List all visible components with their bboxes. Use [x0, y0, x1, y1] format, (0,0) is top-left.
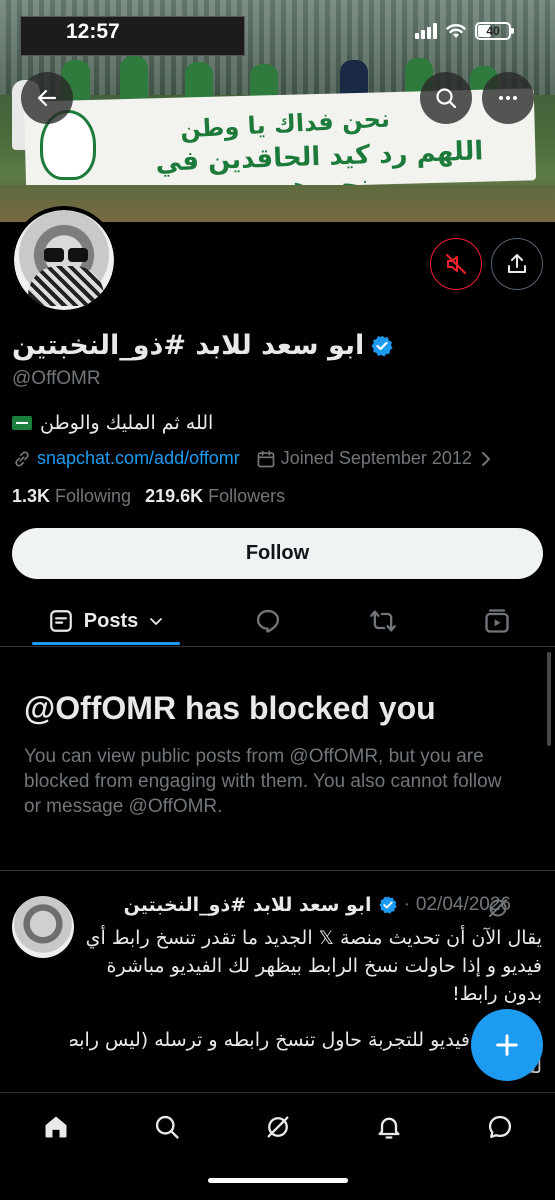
- following-count: 1.3K: [12, 486, 51, 506]
- avatar-glasses: [44, 248, 88, 262]
- nav-search[interactable]: [147, 1107, 187, 1147]
- status-time: 12:57: [66, 20, 120, 43]
- saudi-flag-icon: [12, 416, 32, 430]
- battery-icon: 40: [475, 22, 514, 40]
- search-button[interactable]: [420, 72, 472, 124]
- status-icons: 40: [415, 22, 514, 40]
- blocked-description: You can view public posts from @OffOMR, …: [24, 746, 502, 817]
- post-separator: ·: [403, 894, 410, 915]
- tab-reposts[interactable]: [363, 596, 403, 646]
- nav-messages[interactable]: [480, 1107, 520, 1147]
- blocked-title: @OffOMR has blocked you: [24, 690, 436, 726]
- profile-handle: @OffOMR: [12, 368, 101, 389]
- post-text: يقال الآن أن تحديث منصة 𝕏 الجديد ما تقدر…: [85, 927, 542, 1005]
- following-stat[interactable]: 1.3K Following: [12, 486, 131, 507]
- reply-bubble-icon: [256, 609, 280, 633]
- verified-badge-icon: [378, 896, 397, 914]
- grok-icon: [489, 899, 507, 917]
- battery-level: 40: [486, 24, 500, 38]
- post-header: ابو سعد للابد #ذو_النخبتين · 02/04/2026: [124, 894, 511, 916]
- chevron-down-icon: [150, 618, 163, 625]
- display-name-text: ابو سعد للابد #ذو_النخبتين: [12, 330, 365, 361]
- wifi-icon: [446, 24, 466, 38]
- section-divider: [0, 870, 555, 871]
- following-label: Following: [55, 486, 132, 506]
- tab-media[interactable]: [477, 596, 517, 646]
- arrow-left-icon: [37, 89, 57, 107]
- repost-icon: [370, 610, 396, 632]
- bell-icon: [378, 1117, 400, 1139]
- profile-bio: الله ثم المليك والوطن: [12, 412, 213, 434]
- nav-notifications[interactable]: [369, 1107, 409, 1147]
- share-button[interactable]: [491, 238, 543, 290]
- link-icon: [15, 450, 29, 467]
- follow-counts: 1.3K Following 219.6K Followers: [12, 486, 285, 507]
- cellular-signal-icon: [415, 23, 437, 39]
- profile-avatar[interactable]: [10, 206, 118, 314]
- post-author-name[interactable]: ابو سعد للابد #ذو_النخبتين: [124, 894, 372, 916]
- status-bar: 12:57 40: [0, 0, 555, 66]
- grok-post-button[interactable]: [486, 896, 510, 925]
- active-tab-indicator: [32, 642, 180, 645]
- calendar-icon: [257, 450, 275, 467]
- home-icon: [45, 1116, 67, 1138]
- post-text-line-2: فيديو للتجربة حاول تنسخ رابطه و ترسله (ل…: [70, 1029, 470, 1051]
- search-icon: [155, 1115, 179, 1139]
- nav-home[interactable]: [36, 1107, 76, 1147]
- profile-display-name: ابو سعد للابد #ذو_النخبتين: [12, 330, 394, 361]
- tab-posts[interactable]: Posts: [32, 596, 180, 646]
- followers-label: Followers: [208, 486, 286, 506]
- follow-button[interactable]: Follow: [12, 528, 543, 579]
- scrollbar[interactable]: [547, 652, 551, 746]
- avatar-scarf: [28, 266, 104, 306]
- share-icon: [508, 254, 526, 273]
- search-icon: [436, 88, 457, 109]
- profile-link[interactable]: snapchat.com/add/offomr: [37, 448, 240, 469]
- followers-count: 219.6K: [145, 486, 204, 506]
- bio-text: الله ثم المليك والوطن: [40, 412, 214, 434]
- unmute-button[interactable]: [430, 238, 482, 290]
- nav-grok[interactable]: [258, 1107, 298, 1147]
- post-avatar[interactable]: [12, 896, 74, 958]
- posts-icon: [49, 610, 72, 632]
- back-button[interactable]: [21, 72, 73, 124]
- chevron-right-icon[interactable]: [478, 450, 494, 468]
- home-indicator[interactable]: [208, 1178, 348, 1183]
- chat-bubble-icon: [488, 1115, 512, 1139]
- followers-stat[interactable]: 219.6K Followers: [145, 486, 285, 507]
- tabs-divider: [0, 646, 555, 647]
- speaker-muted-icon: [446, 254, 466, 274]
- compose-post-button[interactable]: [471, 1009, 543, 1081]
- verified-badge-icon[interactable]: [370, 334, 394, 358]
- profile-meta: snapchat.com/add/offomr Joined September…: [12, 448, 494, 469]
- tab-replies[interactable]: [248, 596, 288, 646]
- video-media-icon: [485, 609, 509, 633]
- grok-icon: [267, 1116, 289, 1138]
- joined-date: Joined September 2012: [280, 448, 472, 468]
- more-horizontal-icon: [499, 96, 517, 100]
- plus-icon: [496, 1034, 518, 1056]
- bottom-navigation: [0, 1092, 555, 1200]
- more-options-button[interactable]: [482, 72, 534, 124]
- profile-tabs: Posts: [0, 596, 555, 646]
- tab-posts-label: Posts: [83, 609, 139, 632]
